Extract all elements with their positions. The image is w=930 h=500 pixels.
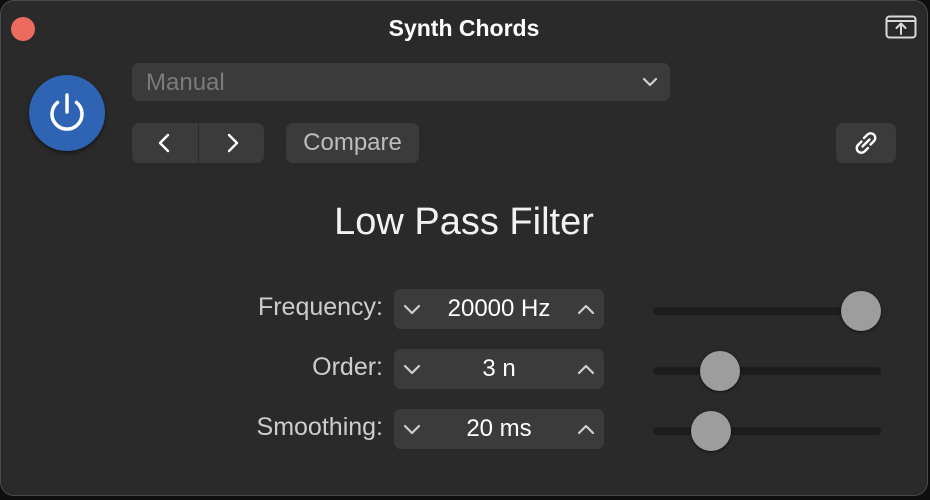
- chevron-down-icon: [403, 304, 421, 315]
- plugin-window: Synth Chords Manual Compare Low Pass Fil…: [0, 0, 928, 496]
- smoothing-label: Smoothing:: [256, 413, 383, 441]
- order-label: Order:: [312, 353, 383, 381]
- order-increment-button[interactable]: [568, 349, 604, 389]
- smoothing-slider[interactable]: [653, 427, 881, 435]
- previous-preset-button[interactable]: [132, 123, 198, 163]
- compare-button[interactable]: Compare: [286, 123, 419, 163]
- order-slider[interactable]: [653, 367, 881, 375]
- link-button[interactable]: [836, 123, 896, 163]
- frequency-decrement-button[interactable]: [394, 289, 430, 329]
- chevron-up-icon: [577, 304, 595, 315]
- order-decrement-button[interactable]: [394, 349, 430, 389]
- chevron-up-icon: [577, 424, 595, 435]
- chevron-right-icon: [227, 133, 239, 153]
- chevron-left-icon: [158, 133, 170, 153]
- chevron-down-icon: [403, 364, 421, 375]
- order-slider-thumb[interactable]: [700, 351, 740, 391]
- chevron-down-icon: [642, 75, 658, 93]
- smoothing-stepper: 20 ms: [394, 409, 604, 449]
- frequency-value[interactable]: 20000 Hz: [430, 289, 568, 329]
- smoothing-slider-thumb[interactable]: [690, 411, 731, 451]
- power-button[interactable]: [29, 75, 105, 151]
- frequency-slider-thumb[interactable]: [841, 291, 881, 331]
- order-value[interactable]: 3 n: [430, 349, 568, 389]
- link-icon: [855, 132, 877, 154]
- preset-nav: [132, 123, 264, 163]
- share-icon[interactable]: [885, 14, 917, 40]
- frequency-increment-button[interactable]: [568, 289, 604, 329]
- smoothing-increment-button[interactable]: [568, 409, 604, 449]
- frequency-label: Frequency:: [257, 293, 383, 321]
- smoothing-decrement-button[interactable]: [394, 409, 430, 449]
- power-icon: [50, 93, 84, 131]
- next-preset-button[interactable]: [198, 123, 265, 163]
- window-title: Synth Chords: [388, 15, 540, 41]
- section-title: Low Pass Filter: [334, 201, 594, 243]
- smoothing-value[interactable]: 20 ms: [430, 409, 568, 449]
- preset-value: Manual: [146, 69, 225, 96]
- frequency-stepper: 20000 Hz: [394, 289, 604, 329]
- order-stepper: 3 n: [394, 349, 604, 389]
- preset-select[interactable]: Manual: [132, 63, 670, 101]
- chevron-up-icon: [577, 364, 595, 375]
- chevron-down-icon: [403, 424, 421, 435]
